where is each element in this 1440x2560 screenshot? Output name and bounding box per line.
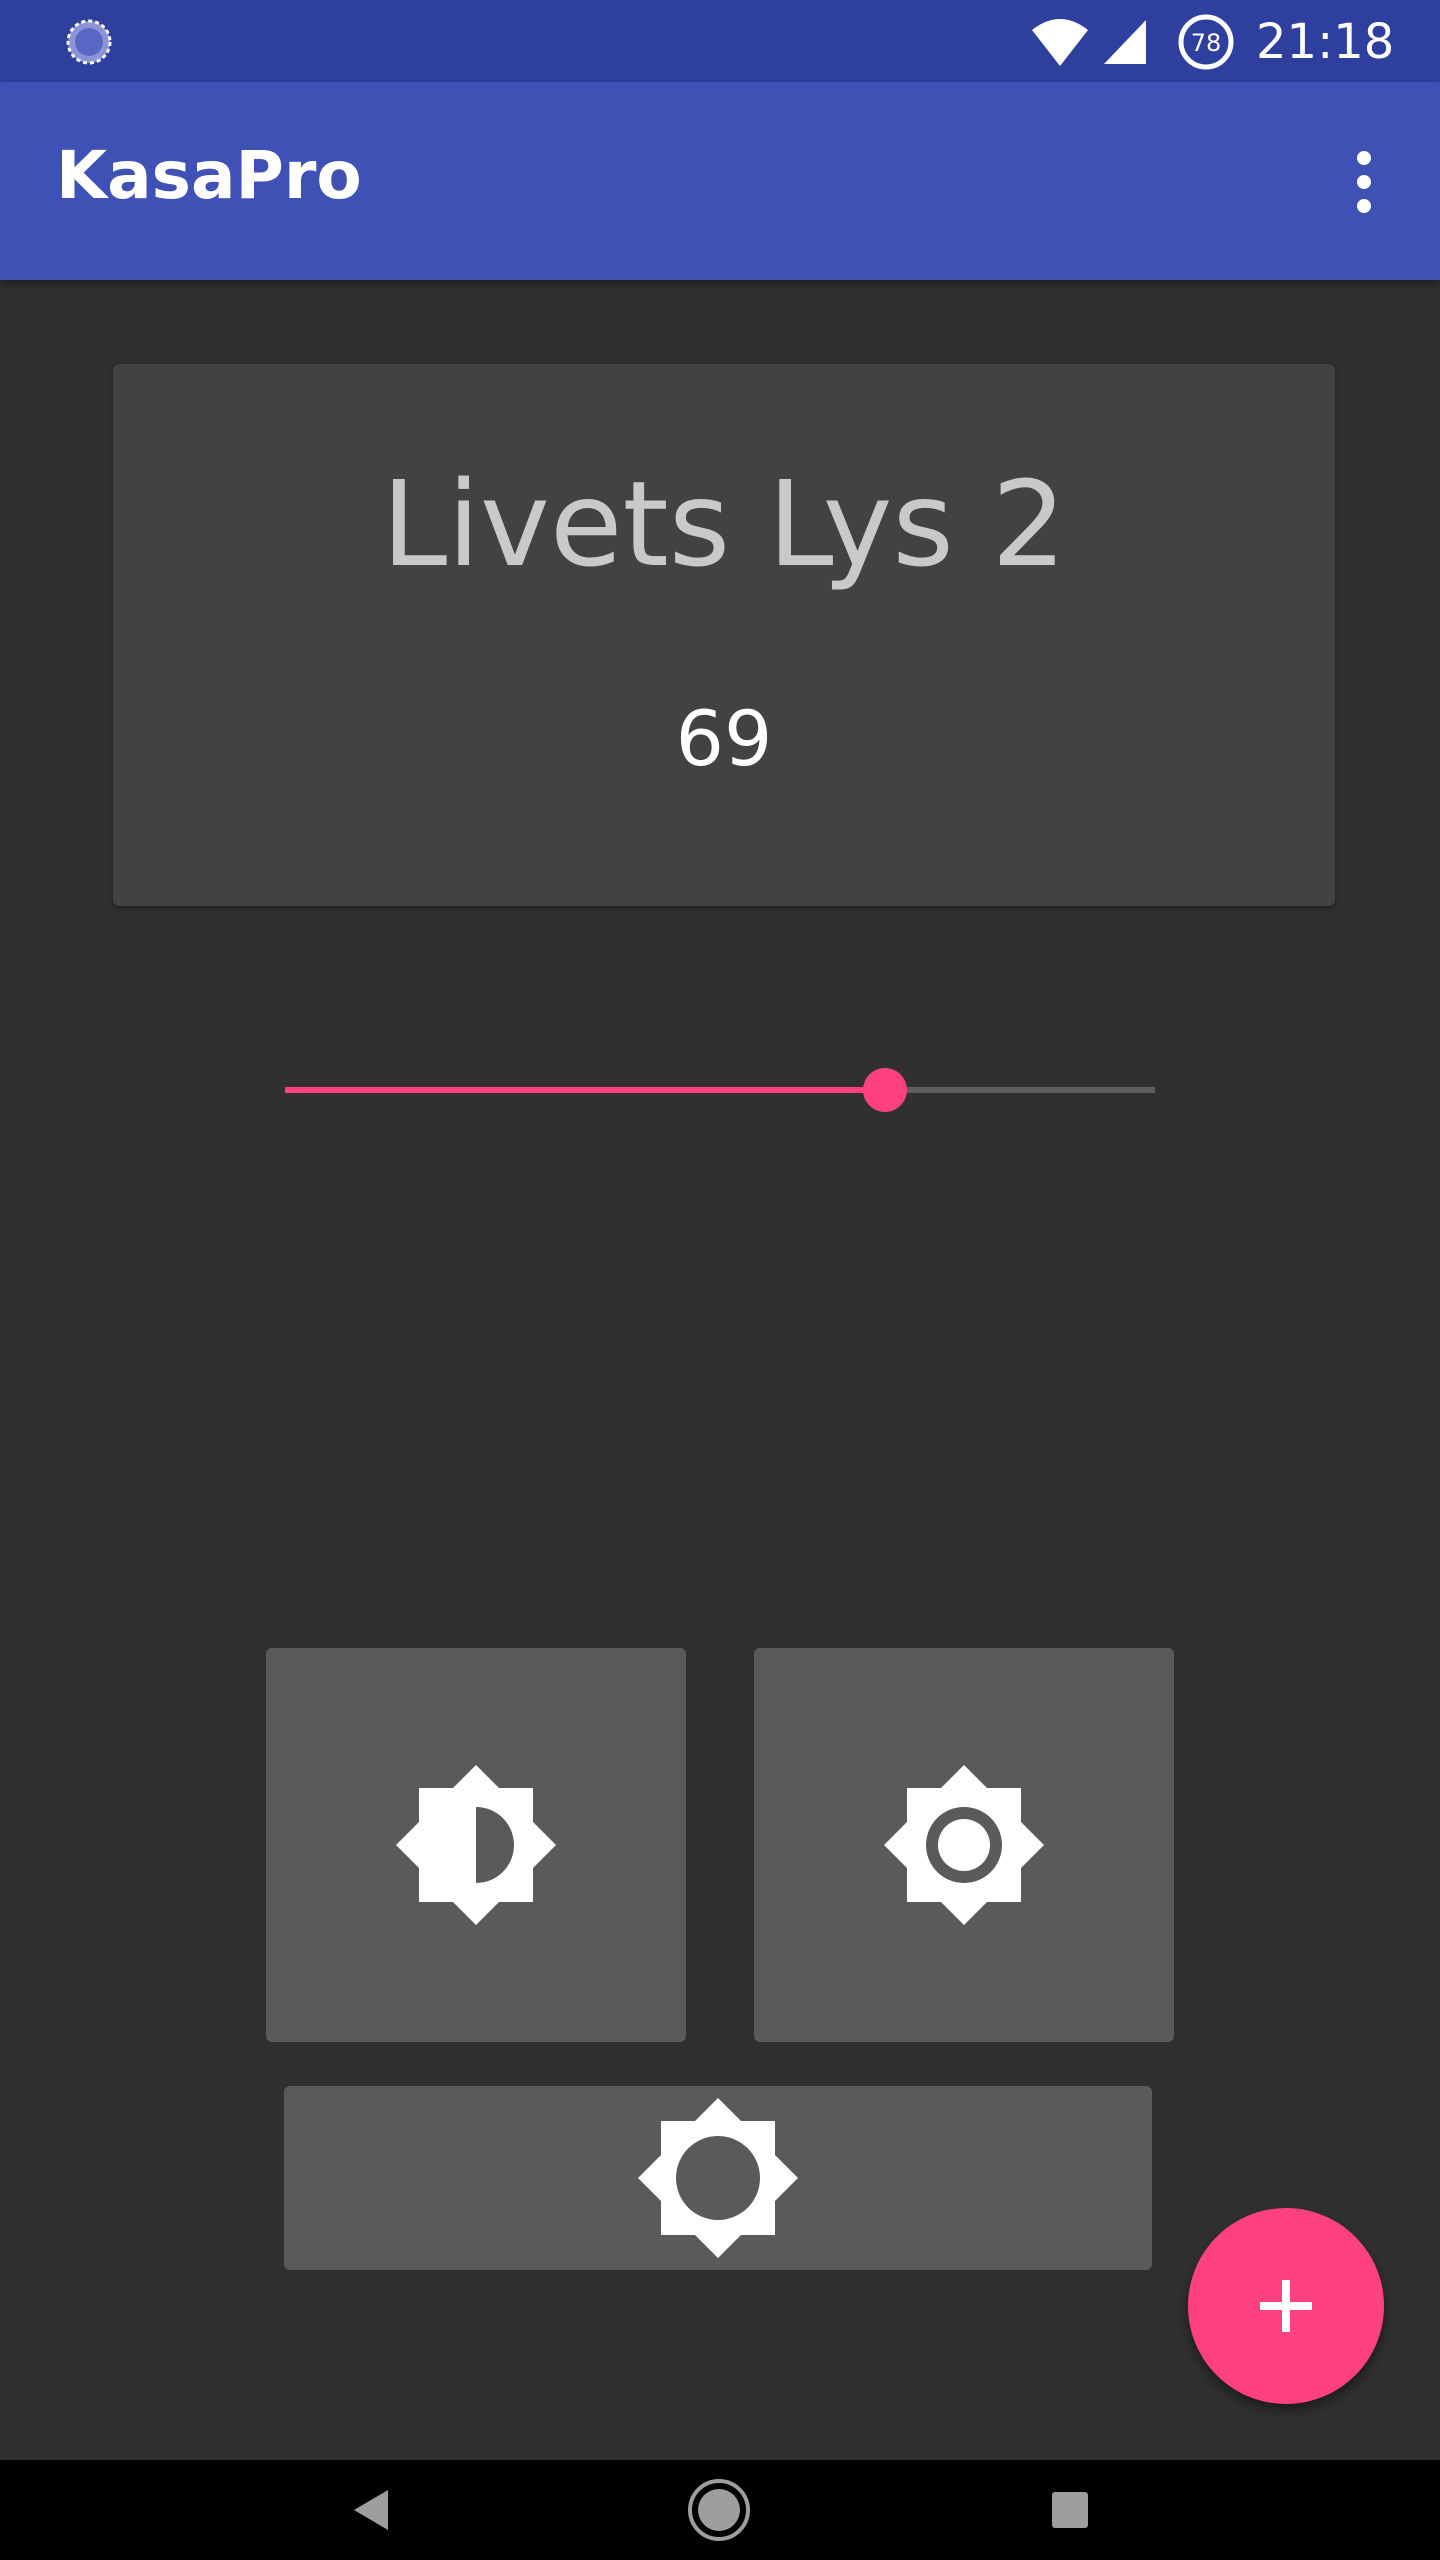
brightness-low-icon (884, 1765, 1044, 1925)
navigation-bar (0, 2460, 1440, 2560)
wifi-icon (1032, 19, 1088, 66)
brightness-medium-icon (396, 1765, 556, 1925)
brightness-high-button[interactable] (284, 2086, 1152, 2270)
slider-thumb[interactable] (863, 1068, 907, 1112)
slider-fill (285, 1087, 885, 1093)
home-icon[interactable] (686, 2477, 752, 2543)
brightness-low-button[interactable] (754, 1648, 1174, 2042)
brightness-high-icon (638, 2098, 798, 2258)
sync-icon (66, 19, 112, 65)
app-bar: KasaPro (0, 82, 1440, 280)
battery-level: 78 (1191, 29, 1222, 57)
more-vert-icon[interactable] (1336, 142, 1392, 222)
app-title: KasaPro (56, 137, 362, 214)
device-name: Livets Lys 2 (381, 455, 1067, 593)
brightness-slider[interactable] (285, 1060, 1155, 1120)
add-button[interactable] (1188, 2208, 1384, 2404)
device-card[interactable]: Livets Lys 2 69 (113, 364, 1335, 906)
back-icon[interactable] (350, 2488, 394, 2532)
battery-icon: 78 (1178, 14, 1234, 70)
status-bar: 78 21:18 (0, 0, 1440, 82)
recents-icon[interactable] (1050, 2490, 1090, 2530)
app-screen: 78 21:18 KasaPro Livets Lys 2 69 (0, 0, 1440, 2560)
brightness-value: 69 (675, 694, 773, 783)
add-icon (1260, 2280, 1312, 2332)
status-time: 21:18 (1256, 14, 1395, 70)
brightness-medium-button[interactable] (266, 1648, 686, 2042)
cell-signal-icon (1104, 20, 1146, 64)
